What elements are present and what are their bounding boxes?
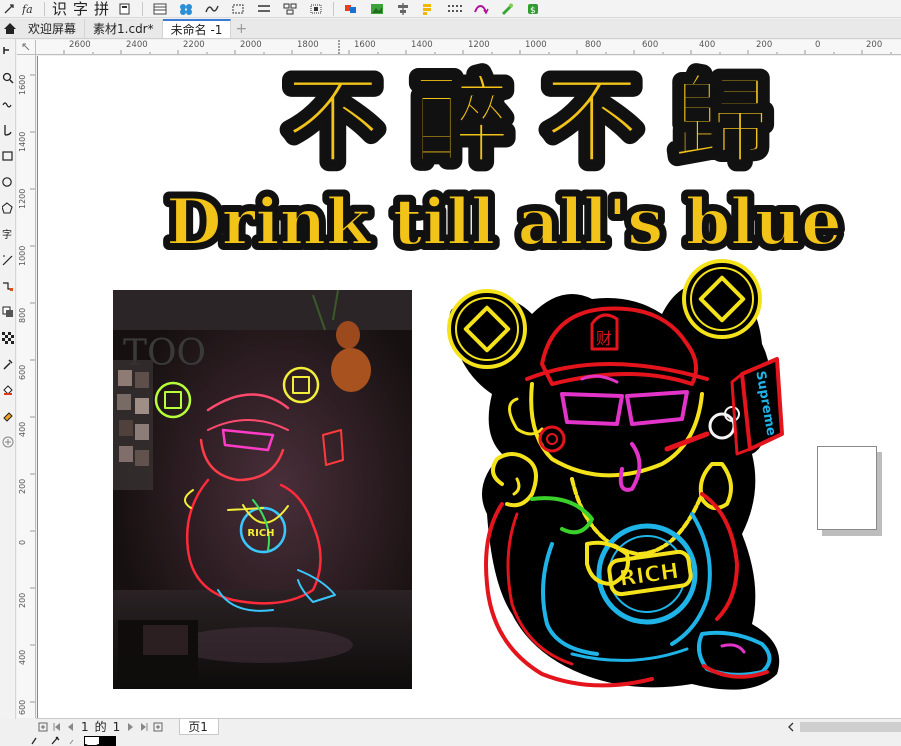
photo-badge-text: RICH [247,528,274,539]
select-frame-icon[interactable] [307,2,325,16]
left-toolbox: 字 [0,39,16,719]
ruler-label: 600 [18,699,27,715]
ruler-label: 600 [18,364,27,380]
scrollbar-thumb[interactable] [800,722,901,732]
page-of-label: 的 [94,720,107,734]
macro-icon[interactable]: $ [524,2,542,16]
add-tab-button[interactable]: + [231,19,251,38]
svg-text:字: 字 [2,228,12,240]
add-page-after-icon[interactable] [151,720,165,734]
effects-icon[interactable] [203,2,221,16]
plugin-icon[interactable] [498,2,516,16]
eyedropper-tool-icon[interactable] [0,351,16,377]
node-edit-icon[interactable] [177,2,195,16]
interactive-fill-icon[interactable] [0,377,16,403]
next-page-icon[interactable] [123,720,137,734]
text-ruler-icon[interactable] [0,1,18,17]
text-format-icon[interactable]: fa [18,1,40,17]
main-toolbar: fa 识 字 拼 $ [0,0,901,18]
svg-text:fa: fa [21,3,33,15]
ruler-label: 1000 [18,245,27,266]
status-bar [0,735,901,746]
ruler-label: 200 [18,592,27,608]
pick-tool-icon[interactable] [0,39,16,65]
text-tool-recognize-button[interactable]: 识 [49,0,70,17]
color-icon[interactable] [342,2,360,16]
pattern-icon[interactable] [446,2,464,16]
freehand-tool-icon[interactable] [0,91,16,117]
toolbar-separator [44,1,45,16]
title-english[interactable]: Drink till all's blue Drink till all's b… [149,178,859,258]
total-pages: 1 [112,719,121,734]
text-tool-pinyin-button[interactable]: 拼 [91,0,112,17]
polygon-tool-icon[interactable] [0,195,16,221]
toolbar-separator [333,1,335,16]
smart-fill-icon[interactable] [0,403,16,429]
document-tabs: 欢迎屏幕 素材1.cdr* 未命名 -1 + [0,19,901,39]
coreldraw-window: fa 识 字 拼 $ 欢迎屏幕 素材1.cdr* 未命名 -1 + 字 2600… [0,0,901,746]
transform-icon[interactable] [472,2,490,16]
outline-color-swatch[interactable] [100,736,116,746]
page-thumbnail[interactable] [817,446,877,530]
dotted-frame-icon[interactable] [229,2,247,16]
ruler-label: 400 [18,421,27,437]
horizontal-ruler[interactable]: 2600 2400 2200 2000 1800 1600 1400 1200 … [36,40,901,55]
tab-material-file[interactable]: 素材1.cdr* [85,19,163,38]
align-icon[interactable] [394,2,412,16]
ruler-label: 400 [18,649,27,665]
home-icon [4,22,16,34]
tab-welcome-screen[interactable]: 欢迎屏幕 [20,19,86,38]
first-page-icon[interactable] [50,720,64,734]
neon-god-of-wealth-illustration[interactable]: 财 Supreme RICH [432,254,787,704]
tab-untitled-document[interactable]: 未命名 -1 [162,19,232,38]
home-tab[interactable] [0,18,20,38]
title-chinese[interactable]: 不 醉 不 歸 不 醉 不 歸 [217,56,837,176]
svg-text:$: $ [530,6,536,15]
ruler-origin[interactable] [17,40,36,55]
ruler-ticks [30,74,35,703]
neon-sign-photo[interactable]: TOO RICH [113,290,412,689]
ruler-label: 1200 [18,188,27,209]
palette-icon[interactable] [420,2,438,16]
horizontal-scrollbar[interactable] [784,720,901,733]
artistic-media-icon[interactable] [0,117,16,143]
zoom-tool-icon[interactable] [0,65,16,91]
vertical-ruler[interactable]: 1600 1400 1200 1000 800 600 400 200 0 20… [17,55,36,718]
page-navigator: 1 的 1 页1 [36,718,901,735]
add-page-before-icon[interactable] [36,720,50,734]
parallel-dimension-icon[interactable] [0,247,16,273]
ruler-label: 200 [18,478,27,494]
last-page-icon[interactable] [137,720,151,734]
page-border [37,56,38,718]
rectangle-tool-icon[interactable] [0,143,16,169]
page-layout-icon[interactable] [116,2,134,16]
scroll-left-icon[interactable] [784,720,798,733]
fill-color-swatch[interactable] [84,736,100,746]
title-english-fill: Drink till all's blue [166,185,842,258]
ruler-label: 1600 [18,74,27,95]
text-tool-icon[interactable]: 字 [0,221,16,247]
align-lines-icon[interactable] [255,2,273,16]
ruler-ticks [63,40,892,54]
page-tab-1[interactable]: 页1 [179,718,219,735]
svg-text:财: 财 [596,329,612,348]
title-chinese-fill: 不 醉 不 歸 [285,64,769,176]
ellipse-tool-icon[interactable] [0,169,16,195]
ruler-label: 0 [18,539,27,545]
photo-image: TOO RICH [113,290,412,689]
connector-tool-icon[interactable] [0,273,16,299]
shadow-tool-icon[interactable] [0,299,16,325]
current-page-number[interactable]: 1 [81,720,89,734]
group-icon[interactable] [281,2,299,16]
ruler-label: 800 [18,307,27,323]
transparency-tool-icon[interactable] [0,325,16,351]
image-icon[interactable] [368,2,386,16]
toolbar-separator [142,1,144,16]
add-tool-icon[interactable] [0,429,16,455]
table-icon[interactable] [151,2,169,16]
drawing-canvas[interactable]: 不 醉 不 歸 不 醉 不 歸 Drink till all's blue Dr… [37,56,901,718]
ruler-label: 1400 [18,131,27,152]
text-tool-character-button[interactable]: 字 [70,0,91,17]
previous-page-icon[interactable] [64,720,78,734]
